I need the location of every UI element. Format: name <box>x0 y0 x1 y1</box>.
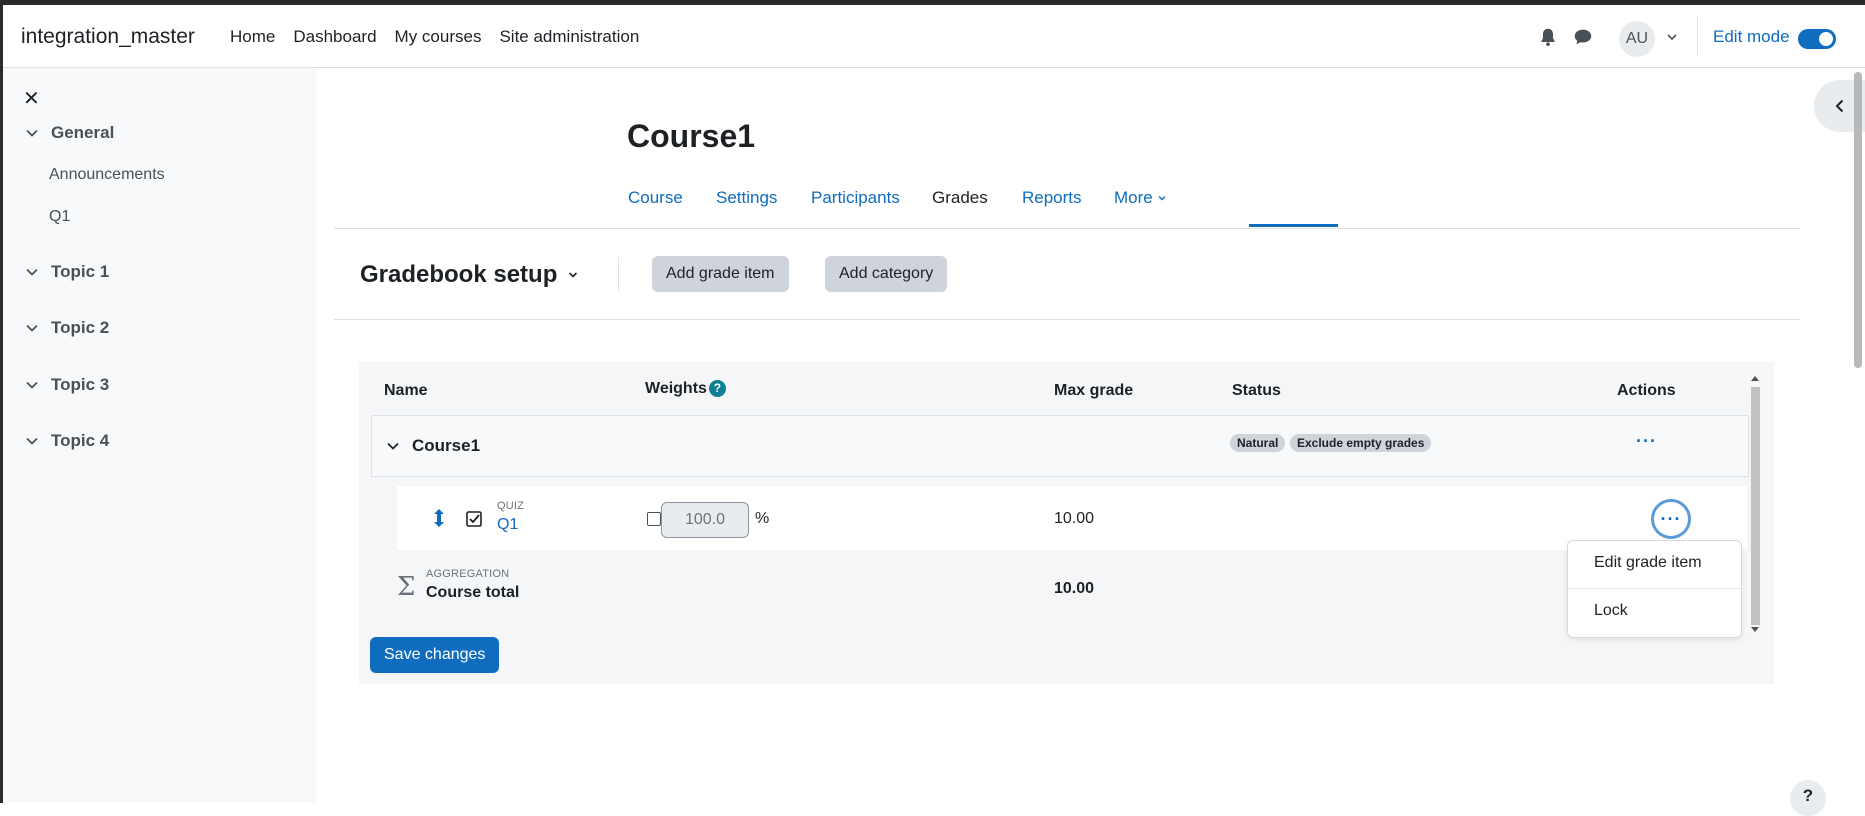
category-row: Course1 Natural Exclude empty grades ··· <box>371 415 1749 477</box>
nav-my-courses[interactable]: My courses <box>395 27 482 47</box>
tab-more[interactable]: More <box>1114 188 1167 208</box>
section-title: Topic 2 <box>51 318 110 337</box>
status-badge: Exclude empty grades <box>1290 434 1432 452</box>
chevron-down-icon[interactable] <box>1665 30 1679 44</box>
menu-item-edit-grade-item[interactable]: Edit grade item <box>1594 554 1702 572</box>
category-name[interactable]: Course1 <box>386 436 480 456</box>
grade-item-row: QUIZ Q1 100.0 % 10.00 ··· <box>397 486 1747 550</box>
tab-course[interactable]: Course <box>628 188 683 208</box>
secondary-navigation: Course Settings Participants Grades Repo… <box>334 172 1800 229</box>
section-title: Topic 3 <box>51 375 110 394</box>
menu-divider <box>1568 588 1741 589</box>
section-general[interactable]: General <box>25 123 114 143</box>
section-topic-3[interactable]: Topic 3 <box>25 375 109 395</box>
header-divider <box>618 257 619 291</box>
tab-reports[interactable]: Reports <box>1022 188 1082 208</box>
column-header-actions: Actions <box>1617 382 1676 399</box>
toggle-knob <box>1819 32 1833 46</box>
add-grade-item-button[interactable]: Add grade item <box>652 256 789 292</box>
menu-item-lock[interactable]: Lock <box>1594 602 1628 620</box>
sigma-icon: Σ <box>397 572 416 602</box>
section-title: Topic 4 <box>51 431 110 450</box>
primary-navigation: Home Dashboard My courses Site administr… <box>230 27 639 47</box>
chevron-down-icon[interactable] <box>25 265 39 279</box>
weight-override-checkbox[interactable] <box>647 512 661 526</box>
column-header-name: Name <box>384 382 428 399</box>
section-topic-2[interactable]: Topic 2 <box>25 318 109 338</box>
course-total-max-grade: 10.00 <box>1054 580 1095 597</box>
column-header-status: Status <box>1232 382 1281 399</box>
tab-settings[interactable]: Settings <box>716 188 777 208</box>
chevron-down-icon[interactable] <box>25 126 39 140</box>
chevron-left-icon <box>1835 99 1844 113</box>
nav-site-administration[interactable]: Site administration <box>499 27 639 47</box>
scroll-up-arrow-icon[interactable] <box>1751 375 1759 381</box>
close-icon[interactable]: ✕ <box>23 86 40 111</box>
quiz-icon <box>466 511 482 527</box>
nav-dashboard[interactable]: Dashboard <box>293 27 376 47</box>
section-title: General <box>51 123 115 142</box>
status-badge: Natural <box>1230 434 1286 452</box>
weight-unit: % <box>755 510 770 527</box>
category-name-label: Course1 <box>412 436 481 455</box>
chevron-down-icon[interactable] <box>25 378 39 392</box>
section-topic-1[interactable]: Topic 1 <box>25 262 109 282</box>
tab-grades[interactable]: Grades <box>932 188 988 208</box>
chevron-down-icon[interactable] <box>25 321 39 335</box>
gradebook-title: Gradebook setup <box>360 261 558 288</box>
course-total-row: Σ AGGREGATION Course total 10.00 <box>397 558 1697 618</box>
gradebook-action-bar: Gradebook setup Add grade item Add categ… <box>334 229 1800 320</box>
chevron-down-icon <box>1158 196 1166 201</box>
item-actions-dropdown: Edit grade item Lock <box>1567 540 1742 638</box>
total-type-label: AGGREGATION <box>426 568 510 580</box>
grade-item-link-q1[interactable]: Q1 <box>497 516 518 534</box>
course-index-drawer: ✕ General Announcements Q1 Topic 1 Topic… <box>3 68 316 803</box>
table-scrollbar-thumb[interactable] <box>1751 387 1760 625</box>
column-header-max-grade: Max grade <box>1054 382 1134 399</box>
page-scrollbar[interactable] <box>1854 72 1862 368</box>
add-category-button[interactable]: Add category <box>825 256 948 292</box>
page-title: Course1 <box>627 118 756 154</box>
messages-chat-icon[interactable] <box>1572 26 1594 48</box>
tab-participants[interactable]: Participants <box>811 188 900 208</box>
tab-more-label: More <box>1114 188 1153 207</box>
nav-home[interactable]: Home <box>230 27 275 47</box>
chevron-down-icon <box>569 272 578 278</box>
save-changes-button[interactable]: Save changes <box>370 637 500 673</box>
scroll-down-arrow-icon[interactable] <box>1751 627 1759 633</box>
item-max-grade: 10.00 <box>1054 510 1095 527</box>
notifications-bell-icon[interactable] <box>1537 26 1559 48</box>
top-navbar: integration_master Home Dashboard My cou… <box>3 5 1865 68</box>
weight-input[interactable]: 100.0 <box>661 502 749 538</box>
activity-q1[interactable]: Q1 <box>49 208 70 226</box>
site-name[interactable]: integration_master <box>21 25 195 49</box>
edit-mode-toggle[interactable] <box>1798 29 1836 49</box>
column-header-weights: Weights? <box>645 380 726 398</box>
edit-mode-label[interactable]: Edit mode <box>1713 27 1790 47</box>
section-topic-4[interactable]: Topic 4 <box>25 431 109 451</box>
section-title: Topic 1 <box>51 262 110 281</box>
item-type-label: QUIZ <box>497 500 525 512</box>
more-icon: ··· <box>1660 508 1682 529</box>
drag-move-icon[interactable] <box>432 508 446 528</box>
active-tab-indicator <box>1249 224 1338 227</box>
gradebook-table: Name Weights? Max grade Status Actions C… <box>359 362 1774 684</box>
course-total-name: Course total <box>426 584 520 601</box>
help-icon[interactable]: ? <box>708 380 726 397</box>
chevron-down-icon[interactable] <box>25 434 39 448</box>
navbar-divider <box>1697 17 1698 57</box>
user-avatar[interactable]: AU <box>1619 21 1655 57</box>
gradebook-setup-selector[interactable]: Gradebook setup <box>360 261 579 289</box>
category-actions-menu-icon[interactable]: ··· <box>1636 431 1657 452</box>
item-actions-menu-button[interactable]: ··· <box>1651 499 1691 539</box>
activity-announcements[interactable]: Announcements <box>49 166 165 184</box>
chevron-down-icon[interactable] <box>386 439 400 453</box>
help-icon[interactable]: ? <box>1790 780 1826 816</box>
weights-label: Weights <box>645 380 707 397</box>
